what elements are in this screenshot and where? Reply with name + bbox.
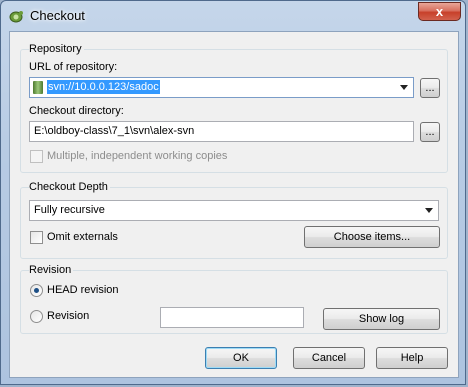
depth-selected-value: Fully recursive: [34, 204, 105, 216]
chevron-down-icon[interactable]: [425, 208, 433, 213]
chevron-down-icon[interactable]: [400, 85, 408, 90]
cancel-button[interactable]: Cancel: [293, 347, 365, 369]
help-button[interactable]: Help: [376, 347, 448, 369]
checkout-dialog: Checkout x Repository URL of repository:…: [0, 0, 466, 385]
revision-label: Revision: [47, 310, 90, 322]
window-title: Checkout: [30, 8, 85, 23]
close-icon: x: [435, 4, 444, 19]
revision-radio[interactable]: [30, 310, 43, 323]
url-value[interactable]: svn://10.0.0.123/sadoc: [47, 80, 160, 94]
revision-group-title: Revision: [29, 264, 74, 276]
head-revision-label: HEAD revision: [47, 284, 119, 296]
depth-select[interactable]: Fully recursive: [29, 200, 439, 221]
ok-button[interactable]: OK: [205, 347, 277, 369]
checkout-depth-group: Checkout Depth Fully recursive Omit exte…: [20, 181, 448, 259]
omit-externals-label: Omit externals: [47, 231, 118, 243]
checkout-dir-label: Checkout directory:: [29, 105, 124, 117]
show-log-button[interactable]: Show log: [323, 308, 440, 330]
repository-group-title: Repository: [29, 43, 84, 55]
dir-browse-button[interactable]: ...: [420, 122, 440, 142]
tortoise-svn-icon: [9, 11, 23, 23]
multiple-copies-checkbox[interactable]: [30, 150, 43, 163]
omit-externals-checkbox[interactable]: [30, 231, 43, 244]
choose-items-button[interactable]: Choose items...: [304, 226, 440, 248]
url-browse-button[interactable]: ...: [420, 78, 440, 98]
checkout-depth-group-title: Checkout Depth: [29, 181, 110, 193]
repository-icon: [33, 81, 43, 94]
checkout-dir-input[interactable]: E:\oldboy-class\7_1\svn\alex-svn: [29, 121, 414, 142]
close-button[interactable]: x: [418, 2, 461, 21]
revision-input[interactable]: [160, 307, 304, 328]
multiple-copies-label: Multiple, independent working copies: [47, 150, 228, 162]
revision-group: Revision HEAD revision Revision Show log: [20, 264, 448, 334]
url-label: URL of repository:: [29, 61, 118, 73]
url-combobox[interactable]: svn://10.0.0.123/sadoc: [29, 77, 414, 98]
head-revision-radio[interactable]: [30, 284, 43, 297]
repository-group: Repository URL of repository: svn://10.0…: [20, 43, 448, 173]
dialog-body: Repository URL of repository: svn://10.0…: [9, 31, 459, 378]
title-bar[interactable]: Checkout x: [1, 1, 467, 31]
